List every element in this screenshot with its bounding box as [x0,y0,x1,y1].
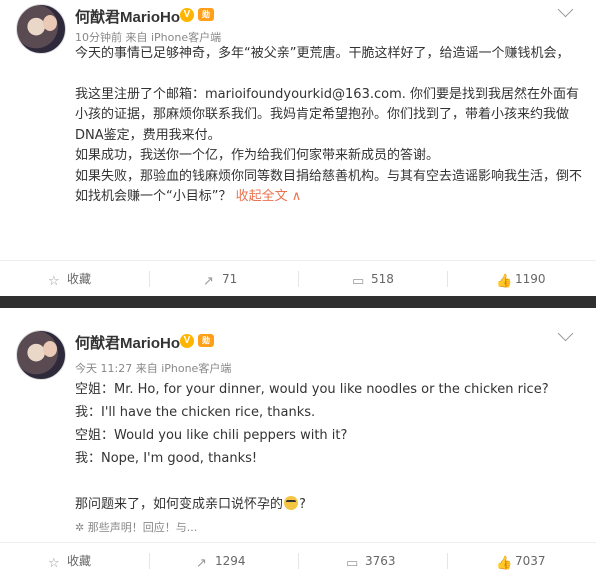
post-meta: 今天 11:27 来自 iPhone客户端 [75,360,231,376]
like-button[interactable]: 👍 1190 [496,261,546,297]
action-bar: ☆ 收藏 ↗ 71 ▭ 518 👍 1190 [0,260,596,297]
favorite-button[interactable]: ☆ 收藏 [48,543,91,579]
source: 来自 iPhone客户端 [125,31,222,44]
repost-button[interactable]: ↗ 71 [203,261,237,297]
avatar[interactable] [16,4,66,54]
weibo-post-2: 何猷君MarioHo V 勋 今天 11:27 来自 iPhone客户端 空姐：… [0,308,596,576]
comment-icon: ▭ [346,556,359,571]
repost-icon: ↗ [196,556,207,571]
member-badge-icon: 勋 [198,334,214,347]
post-text: 空姐：Mr. Ho, for your dinner, would you li… [75,378,585,516]
post-meta: 10分钟前 来自 iPhone客户端 [75,29,221,45]
thumbs-up-icon: 👍 [496,556,513,571]
weibo-post-1: 何猷君MarioHo V 勋 10分钟前 来自 iPhone客户端 今天的事情已… [0,0,596,296]
comment-button[interactable]: ▭ 3763 [346,543,396,579]
post-line: 空姐：Mr. Ho, for your dinner, would you li… [75,382,549,397]
repost-icon: ↗ [203,274,214,289]
divider [298,271,299,287]
source: 来自 iPhone客户端 [135,362,232,375]
member-badge-icon: 勋 [198,8,214,21]
divider [149,553,150,569]
divider [149,271,150,287]
avatar[interactable] [16,330,66,380]
username[interactable]: 何猷君MarioHo [75,6,180,27]
post-text: 今天的事情已足够神奇，多年“被父亲”更荒唐。干脆这样好了，给造谣一个赚钱机会， … [75,44,585,208]
star-icon: ☆ [48,556,60,571]
sparkle-icon: ✲ [75,521,85,534]
emoji-icon [284,496,299,510]
verified-badge-icon: V [180,334,194,348]
username[interactable]: 何猷君MarioHo [75,332,180,353]
post-line: 空姐：Would you like chili peppers with it? [75,428,348,443]
chevron-down-icon[interactable] [557,1,574,18]
collapse-link[interactable]: 收起全文 ∧ [236,189,302,204]
chevron-down-icon[interactable] [557,325,574,342]
timestamp[interactable]: 10分钟前 [75,31,122,44]
post-signature: ✲ 那些声明！回应！与... [75,521,198,534]
divider [447,271,448,287]
timestamp[interactable]: 今天 11:27 [75,362,132,375]
post-line: 我：I'll have the chicken rice, thanks. [75,405,316,420]
action-bar: ☆ 收藏 ↗ 1294 ▭ 3763 👍 7037 [0,542,596,579]
like-button[interactable]: 👍 7037 [496,543,546,579]
verified-badge-icon: V [180,8,194,22]
post-line: 那问题来了，如何变成亲口说怀孕的? [75,496,306,512]
post-divider [0,296,596,308]
post-line: 我这里注册了个邮箱：marioifoundyourkid@163.com. 你们… [75,86,580,143]
comment-icon: ▭ [352,274,365,289]
favorite-button[interactable]: ☆ 收藏 [48,261,91,297]
divider [447,553,448,569]
comment-button[interactable]: ▭ 518 [352,261,394,297]
post-line: 我：Nope, I'm good, thanks! [75,451,258,466]
post-line: 如果失败，那验血的钱麻烦你同等数目捐给慈善机构。与其有空去造谣影响我生活，倒不如… [75,168,583,205]
post-line: 今天的事情已足够神奇，多年“被父亲”更荒唐。干脆这样好了，给造谣一个赚钱机会， [75,46,570,61]
star-icon: ☆ [48,274,60,289]
divider [298,553,299,569]
repost-button[interactable]: ↗ 1294 [196,543,246,579]
post-line: 如果成功，我送你一个亿，作为给我们何家带来新成员的答谢。 [75,148,440,163]
thumbs-up-icon: 👍 [496,274,513,289]
